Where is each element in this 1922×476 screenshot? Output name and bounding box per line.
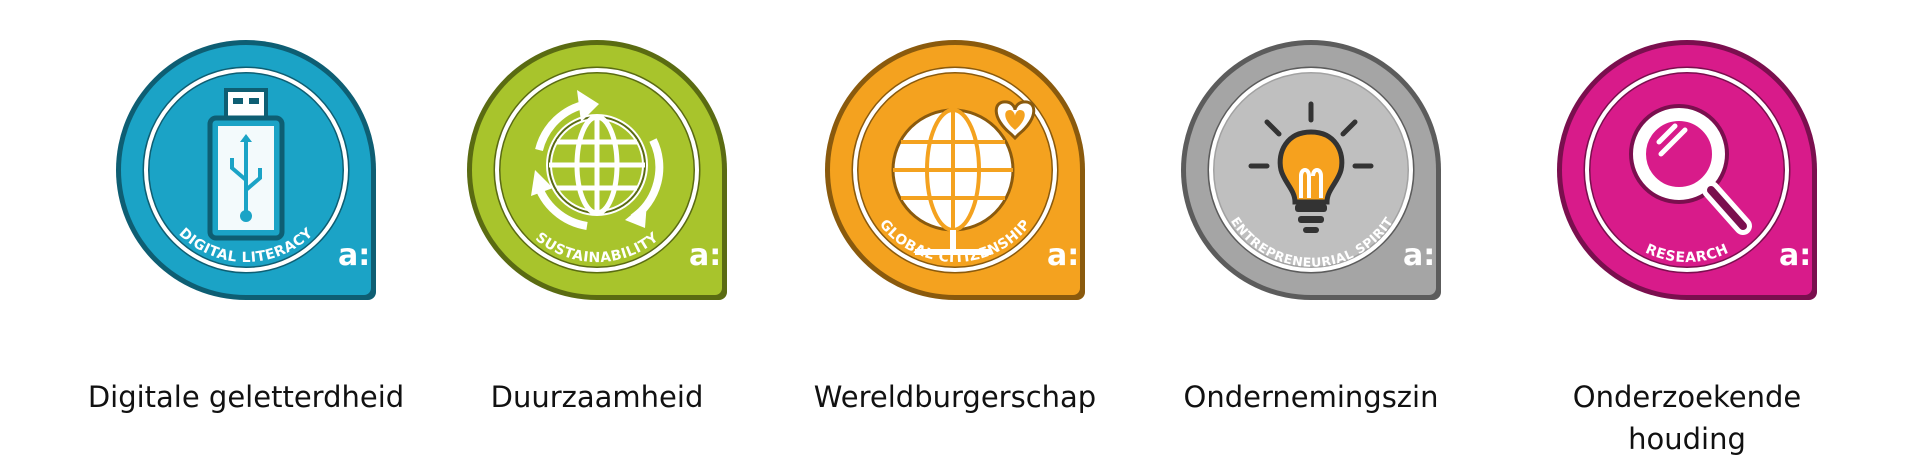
global-citizenship-badge-graphic: GLOBAL CITIZENSHIP a: <box>825 40 1085 300</box>
caption: Onderzoekende houding <box>1572 380 1802 456</box>
caption: Digitale geletterdheid <box>87 380 405 414</box>
sustainability-badge-graphic: SUSTAINABILITY a: <box>467 40 727 300</box>
logo-mark: a: <box>1047 238 1079 273</box>
research-badge-graphic: RESEARCH a: <box>1557 40 1817 300</box>
logo-mark: a: <box>338 238 370 273</box>
entrepreneurial-spirit-badge-graphic: ENTREPRENEURIAL SPIRIT a: <box>1181 40 1441 300</box>
logo-mark: a: <box>1403 238 1435 273</box>
caption: Duurzaamheid <box>490 380 704 414</box>
caption: Ondernemingszin <box>1183 380 1439 414</box>
badge-row: DIGITAL LITERACY a: Digitale geletterdhe… <box>0 0 1922 476</box>
caption: Wereldburgerschap <box>813 380 1097 414</box>
logo-mark: a: <box>689 238 721 273</box>
badge-digital-literacy: DIGITAL LITERACY a: Digitale geletterdhe… <box>86 0 406 476</box>
badge-research: RESEARCH a: Onderzoekende houding <box>1527 0 1847 476</box>
logo-mark: a: <box>1779 238 1811 273</box>
badge-sustainability: SUSTAINABILITY a: Duurzaamheid <box>437 0 757 476</box>
badge-global-citizenship: GLOBAL CITIZENSHIP a: Wereldburgerschap <box>795 0 1115 476</box>
digital-literacy-badge-graphic: DIGITAL LITERACY a: <box>116 40 376 300</box>
badge-entrepreneurial-spirit: ENTREPRENEURIAL SPIRIT a: Ondernemingszi… <box>1151 0 1471 476</box>
